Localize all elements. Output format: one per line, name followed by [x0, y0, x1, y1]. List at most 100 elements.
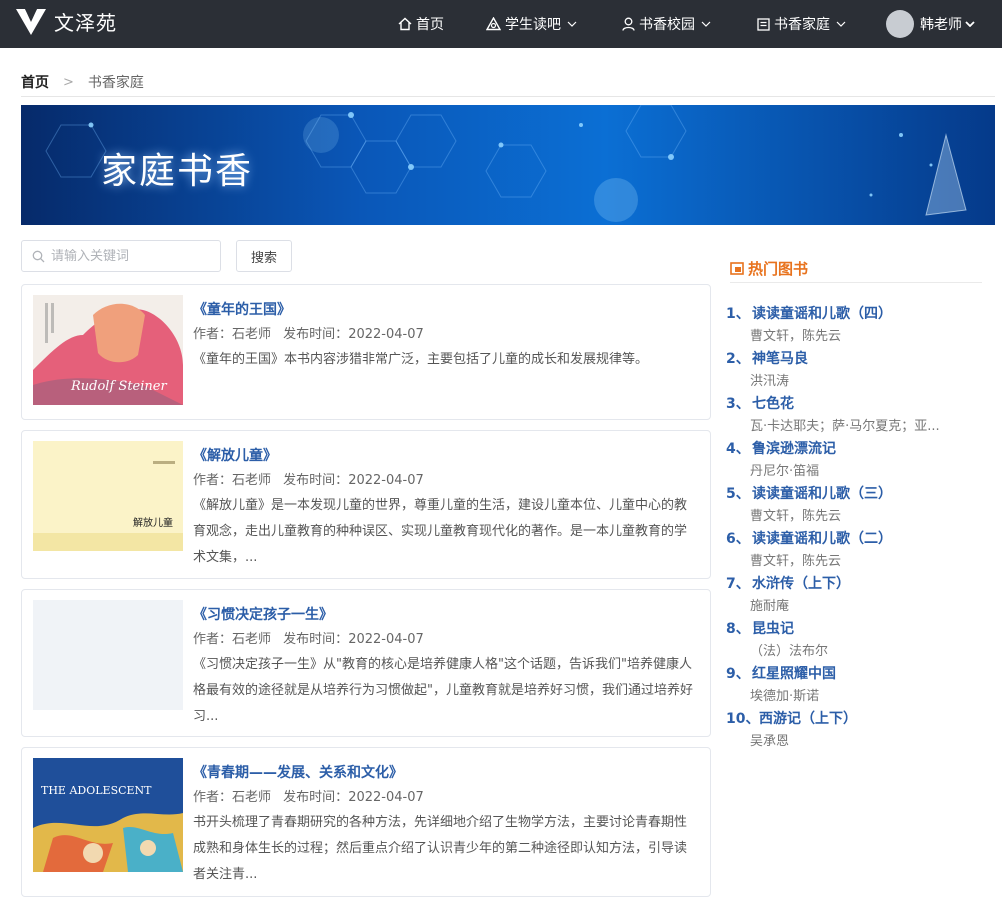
- hot-book-item[interactable]: 5、 读读童谣和儿歌（三） 曹文轩，陈先云: [726, 483, 986, 524]
- hot-book-title[interactable]: 4、 鲁滨逊漂流记: [726, 438, 986, 458]
- author-value: 石老师: [232, 632, 272, 647]
- hot-book-rank: 7、: [726, 576, 750, 592]
- hot-book-title[interactable]: 5、 读读童谣和儿歌（三）: [726, 483, 986, 503]
- hot-book-title[interactable]: 8、 昆虫记: [726, 618, 986, 638]
- hot-book-author: 瓦·卡达耶夫；萨·马尔夏克；亚...: [750, 419, 940, 434]
- book-cover[interactable]: 解放儿童: [33, 441, 183, 551]
- breadcrumb: 首页 > 书香家庭: [21, 72, 144, 92]
- hot-book-item[interactable]: 4、 鲁滨逊漂流记 丹尼尔·笛福: [726, 438, 986, 479]
- book-cover-text: 解放儿童: [133, 518, 173, 529]
- hot-book-rank: 9、: [726, 666, 750, 682]
- hot-book-item[interactable]: 8、 昆虫记 （法）法布尔: [726, 618, 986, 659]
- nav-student-reading[interactable]: 学生读吧: [486, 0, 577, 48]
- hot-book-name: 西游记（上下）: [759, 711, 857, 727]
- book-title[interactable]: 《解放儿童》: [193, 445, 277, 465]
- book-cover-text: Rudolf Steiner: [71, 379, 167, 394]
- nav-family[interactable]: 书香家庭: [757, 0, 846, 48]
- nav-student-label: 学生读吧: [505, 17, 561, 33]
- hot-books-divider: [730, 282, 982, 283]
- logo-v-icon: [16, 8, 46, 35]
- book-meta: 作者：石老师 发布时间：2022-04-07: [193, 786, 424, 805]
- book-meta: 作者：石老师 发布时间：2022-04-07: [193, 628, 424, 647]
- book-title[interactable]: 《青春期——发展、关系和文化》: [193, 762, 403, 782]
- chevron-down-icon: [836, 21, 846, 27]
- nav-campus-label: 书香校园: [639, 17, 695, 33]
- hot-book-item[interactable]: 6、 读读童谣和儿歌（二） 曹文轩，陈先云: [726, 528, 986, 569]
- book-description: 书开头梳理了青春期研究的各种方法，先详细地介绍了生物学方法，主要讨论青春期性成熟…: [193, 815, 688, 882]
- search-button[interactable]: 搜索: [236, 240, 292, 272]
- breadcrumb-divider: [21, 96, 995, 97]
- hot-book-author: 洪汛涛: [750, 374, 790, 389]
- book-cover[interactable]: Rudolf Steiner: [33, 295, 183, 405]
- hot-book-author: 曹文轩，陈先云: [750, 554, 842, 569]
- book-title[interactable]: 《习惯决定孩子一生》: [193, 604, 333, 624]
- nav-family-label: 书香家庭: [774, 17, 830, 33]
- hot-book-title[interactable]: 9、 红星照耀中国: [726, 663, 986, 683]
- breadcrumb-current: 书香家庭: [87, 75, 144, 91]
- book-description: 《解放儿童》是一本发现儿童的世界，尊重儿童的生活，建设儿童本位、儿童中心的教育观…: [193, 498, 688, 565]
- breadcrumb-home[interactable]: 首页: [21, 72, 49, 92]
- book-card[interactable]: THE ADOLESCENT 《青春期——发展、关系和文化》 作者：石老师 发布…: [21, 747, 711, 897]
- date-label: 发布时间：: [283, 327, 349, 342]
- hot-book-name: 水浒传（上下）: [752, 576, 850, 592]
- hot-book-item[interactable]: 1、 读读童谣和儿歌（四） 曹文轩，陈先云: [726, 303, 986, 344]
- brand-name: 文泽苑: [54, 11, 117, 35]
- hot-book-author: 曹文轩，陈先云: [750, 509, 842, 524]
- hot-books-title: 热门图书: [748, 260, 809, 278]
- hot-book-rank: 3、: [726, 396, 750, 412]
- nav-home[interactable]: 首页: [398, 0, 444, 48]
- hot-book-item[interactable]: 9、 红星照耀中国 埃德加·斯诺: [726, 663, 986, 704]
- date-value: 2022-04-07: [348, 790, 424, 805]
- search-input[interactable]: [51, 248, 201, 264]
- book-cover[interactable]: THE ADOLESCENT: [33, 758, 183, 872]
- hot-book-author: （法）法布尔: [750, 644, 829, 659]
- hot-book-title[interactable]: 10、西游记（上下）: [726, 708, 986, 728]
- hot-book-name: 读读童谣和儿歌（三）: [752, 486, 892, 502]
- hot-book-name: 昆虫记: [752, 621, 794, 637]
- author-label: 作者：: [193, 790, 233, 805]
- hot-books-icon: [730, 262, 744, 275]
- hot-book-item[interactable]: 2、 神笔马良 洪汛涛: [726, 348, 986, 389]
- hot-book-author: 吴承恩: [750, 734, 790, 749]
- date-value: 2022-04-07: [348, 327, 424, 342]
- author-label: 作者：: [193, 632, 233, 647]
- author-value: 石老师: [232, 473, 272, 488]
- book-cover[interactable]: [33, 600, 183, 710]
- user-menu[interactable]: 韩老师: [886, 0, 975, 48]
- hot-book-item[interactable]: 3、 七色花 瓦·卡达耶夫；萨·马尔夏克；亚...: [726, 393, 986, 434]
- hot-book-name: 神笔马良: [752, 351, 808, 367]
- brand-logo[interactable]: 文泽苑: [16, 7, 117, 36]
- banner: 家庭书香: [21, 105, 995, 225]
- hot-books-header: 热门图书: [730, 258, 808, 279]
- search-box[interactable]: [21, 240, 221, 272]
- hot-book-rank: 4、: [726, 441, 750, 457]
- hot-book-title[interactable]: 7、 水浒传（上下）: [726, 573, 986, 593]
- hot-book-rank: 10、: [726, 711, 760, 727]
- book-card[interactable]: 解放儿童 《解放儿童》 作者：石老师 发布时间：2022-04-07 《解放儿童…: [21, 430, 711, 579]
- home-icon: [398, 17, 412, 31]
- book-card[interactable]: Rudolf Steiner 《童年的王国》 作者：石老师 发布时间：2022-…: [21, 284, 711, 420]
- hot-book-name: 读读童谣和儿歌（二）: [752, 531, 892, 547]
- hot-book-item[interactable]: 7、 水浒传（上下） 施耐庵: [726, 573, 986, 614]
- author-label: 作者：: [193, 473, 233, 488]
- hot-book-title[interactable]: 1、 读读童谣和儿歌（四）: [726, 303, 986, 323]
- chevron-down-icon: [567, 21, 577, 27]
- hot-book-title[interactable]: 6、 读读童谣和儿歌（二）: [726, 528, 986, 548]
- book-title[interactable]: 《童年的王国》: [193, 299, 291, 319]
- user-icon: [622, 17, 635, 31]
- hot-book-item[interactable]: 10、西游记（上下） 吴承恩: [726, 708, 986, 749]
- hot-book-author: 施耐庵: [750, 599, 790, 614]
- hot-book-title[interactable]: 2、 神笔马良: [726, 348, 986, 368]
- book-cover-image: [33, 758, 183, 872]
- book-cover-image: [33, 441, 183, 551]
- date-value: 2022-04-07: [348, 632, 424, 647]
- banner-title: 家庭书香: [101, 151, 254, 192]
- date-label: 发布时间：: [283, 632, 349, 647]
- book-card[interactable]: 《习惯决定孩子一生》 作者：石老师 发布时间：2022-04-07 《习惯决定孩…: [21, 589, 711, 737]
- date-label: 发布时间：: [283, 790, 349, 805]
- hot-book-title[interactable]: 3、 七色花: [726, 393, 986, 413]
- hot-book-name: 读读童谣和儿歌（四）: [752, 306, 892, 322]
- hot-book-name: 七色花: [752, 396, 794, 412]
- nav-campus[interactable]: 书香校园: [622, 0, 711, 48]
- hot-book-rank: 2、: [726, 351, 750, 367]
